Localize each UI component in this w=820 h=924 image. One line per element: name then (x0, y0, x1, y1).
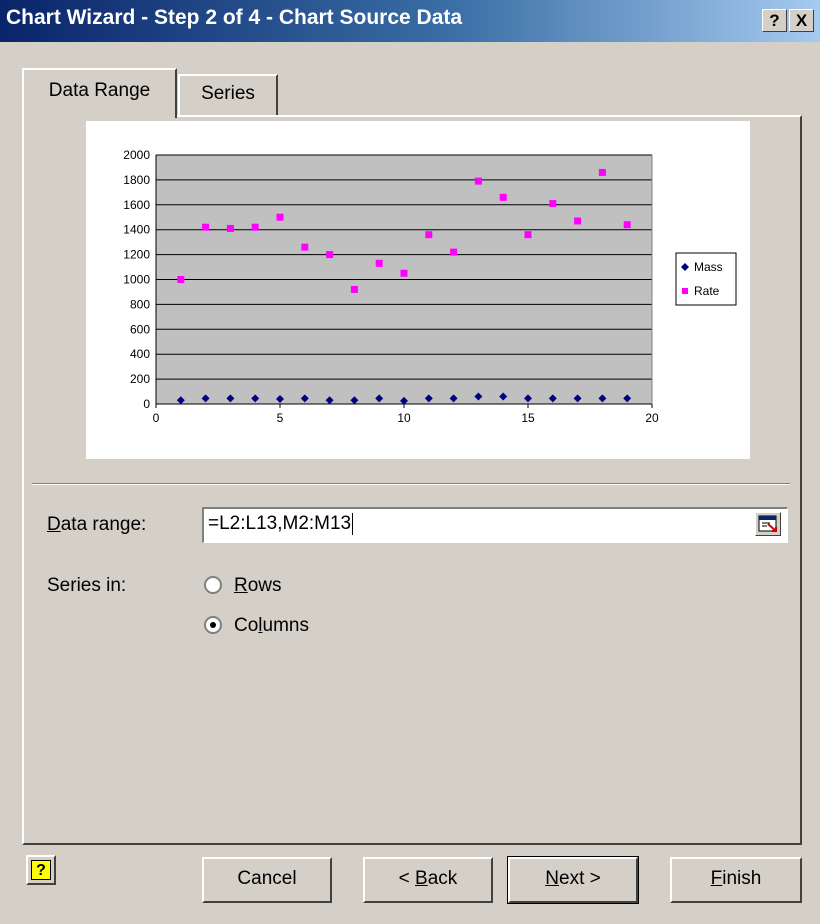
x-tick-label: 15 (521, 411, 535, 425)
rate-point (276, 213, 284, 221)
rate-point (301, 243, 309, 251)
title-bar: Chart Wizard - Step 2 of 4 - Chart Sourc… (0, 0, 820, 42)
data-range-input[interactable]: =L2:L13,M2:M13 (202, 507, 788, 543)
rate-point (251, 223, 259, 231)
collapse-dialog-icon (758, 515, 777, 532)
legend-label: Mass (694, 260, 723, 274)
help-button[interactable]: ? (26, 855, 56, 885)
rows-label-rest: ows (247, 575, 282, 596)
data-range-value: =L2:L13,M2:M13 (208, 513, 352, 534)
rate-point (400, 269, 408, 277)
title-close-button[interactable]: X (789, 9, 814, 32)
tab-data-range-label: Data Range (48, 80, 151, 101)
rate-point (450, 248, 458, 256)
y-tick-label: 0 (143, 397, 150, 411)
separator (32, 483, 790, 485)
next-button[interactable]: Next > (507, 856, 639, 904)
y-tick-label: 800 (130, 297, 150, 311)
title-help-button[interactable]: ? (762, 9, 787, 32)
rows-label-accel: R (234, 575, 248, 596)
next-label-accel: N (545, 868, 559, 889)
y-tick-label: 600 (130, 322, 150, 336)
y-tick-label: 1000 (123, 273, 150, 287)
rate-point (549, 200, 557, 208)
legend-label: Rate (694, 284, 720, 298)
rate-point (499, 193, 507, 201)
x-tick-label: 0 (153, 411, 160, 425)
collapse-dialog-button[interactable] (755, 512, 781, 536)
y-tick-label: 400 (130, 347, 150, 361)
y-tick-label: 200 (130, 372, 150, 386)
chart-preview: 0 200 400 600 800 1000 1200 1400 1600 1800 2000 0 5 1… (86, 121, 750, 459)
help-icon: ? (31, 860, 51, 880)
rate-point (226, 224, 234, 232)
cancel-button[interactable]: Cancel (202, 857, 332, 903)
y-tick-label: 1800 (123, 173, 150, 187)
rate-point (598, 168, 606, 176)
data-range-label: Data range: (47, 514, 146, 536)
chart-svg: 0 200 400 600 800 1000 1200 1400 1600 1800 2000 0 5 1… (123, 148, 737, 425)
columns-radio-label[interactable]: Columns (234, 615, 309, 637)
tab-series[interactable]: Series (178, 74, 278, 116)
rate-point (425, 231, 433, 239)
rate-point (375, 259, 383, 267)
rows-radio-label[interactable]: Rows (234, 575, 282, 597)
columns-label-rest: umns (262, 615, 309, 636)
x-tick-label: 10 (397, 411, 411, 425)
legend-rate-marker (682, 288, 688, 294)
y-tick-label: 1400 (123, 223, 150, 237)
back-label-prefix: < (398, 868, 416, 889)
finish-label-accel: F (710, 868, 723, 889)
columns-label-prefix: Co (234, 615, 259, 636)
window-title: Chart Wizard - Step 2 of 4 - Chart Sourc… (6, 6, 463, 29)
next-label-rest: ext > (559, 868, 601, 889)
y-tick-label: 1600 (123, 198, 150, 212)
finish-label-rest: inish (722, 868, 762, 889)
back-button[interactable]: < Back (363, 857, 493, 903)
series-in-label: Series in: (47, 575, 127, 596)
back-label-rest: ack (427, 868, 458, 889)
rate-point (177, 276, 185, 283)
rate-point (350, 285, 358, 293)
data-range-label-rest: ata range: (60, 514, 147, 535)
data-range-label-accel: D (47, 514, 61, 535)
tab-data-range[interactable]: Data Range (22, 68, 177, 118)
x-tick-label: 20 (645, 411, 659, 425)
y-tick-label: 2000 (123, 148, 150, 162)
rate-point (202, 223, 210, 231)
rate-point (623, 221, 631, 229)
columns-radio[interactable] (204, 616, 222, 634)
rate-point (474, 177, 482, 185)
tab-series-label: Series (201, 83, 255, 104)
rate-point (326, 251, 334, 259)
y-tick-label: 1200 (123, 248, 150, 262)
finish-button[interactable]: Finish (670, 857, 802, 903)
radio-selected-dot (210, 622, 216, 628)
rate-point (574, 217, 582, 225)
rows-radio[interactable] (204, 576, 222, 594)
text-caret (352, 512, 354, 535)
back-label-accel: B (415, 868, 428, 889)
rate-point (524, 231, 532, 239)
x-tick-label: 5 (277, 411, 284, 425)
